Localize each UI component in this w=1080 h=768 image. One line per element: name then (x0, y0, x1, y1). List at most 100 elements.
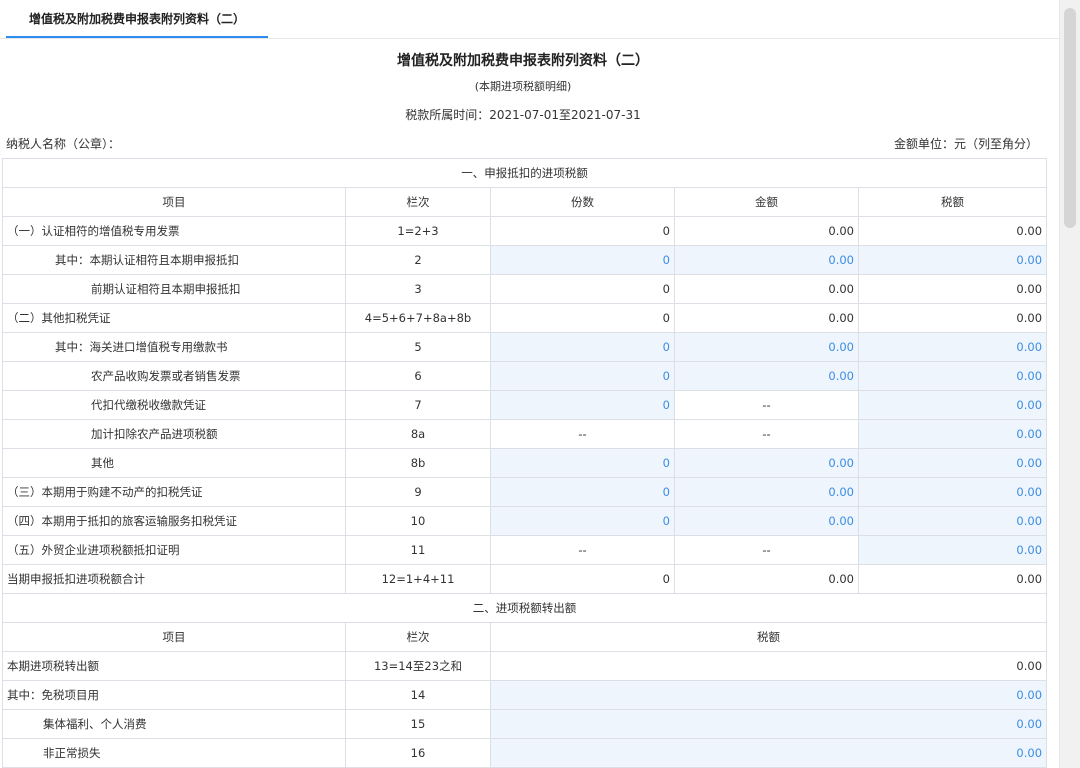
cell-tax[interactable]: 0.00 (857, 506, 1048, 536)
row-column-no: 13=14至23之和 (345, 651, 491, 681)
header-column-no: 栏次 (345, 187, 491, 217)
cell-amount[interactable]: 0.00 (674, 245, 859, 275)
table-row: 当期申报抵扣进项税额合计 12=1+4+11 0 0.00 0.00 (2, 564, 1048, 594)
cell-amount[interactable]: 0.00 (674, 332, 859, 362)
row-item-label: （二）其他扣税凭证 (2, 303, 346, 333)
section2-title: 二、进项税额转出额 (1, 593, 1048, 623)
row-column-no: 15 (345, 709, 491, 739)
cell-amount: 0.00 (674, 303, 859, 333)
cell-amount[interactable]: 0.00 (674, 448, 859, 478)
cell-count[interactable]: 0 (490, 477, 675, 507)
row-column-no: 8a (345, 419, 491, 449)
row-column-no: 11 (345, 535, 491, 565)
row-item-label: （一）认证相符的增值税专用发票 (2, 216, 346, 246)
header-item: 项目 (2, 622, 346, 652)
row-column-no: 14 (345, 680, 491, 710)
cell-tax[interactable]: 0.00 (489, 709, 1048, 739)
row-item-label: （四）本期用于抵扣的旅客运输服务扣税凭证 (2, 506, 346, 536)
tab-bar: 增值税及附加税费申报表附列资料（二） (0, 0, 1060, 39)
row-column-no: 3 (345, 274, 491, 304)
cell-amount: 0.00 (674, 216, 859, 246)
cell-amount[interactable]: 0.00 (674, 506, 859, 536)
table-row: 其中：海关进口增值税专用缴款书 5 0 0.00 0.00 (2, 332, 1048, 362)
cell-count[interactable]: 0 (490, 361, 675, 391)
row-column-no: 1=2+3 (345, 216, 491, 246)
cell-count[interactable]: 0 (490, 245, 675, 275)
table-row: 本期进项税转出额 13=14至23之和 0.00 (2, 651, 1048, 681)
table-row: （四）本期用于抵扣的旅客运输服务扣税凭证 10 0 0.00 0.00 (2, 506, 1048, 536)
table-row: 非正常损失 16 0.00 (2, 738, 1048, 768)
header-count: 份数 (490, 187, 675, 217)
cell-tax[interactable]: 0.00 (857, 245, 1048, 275)
cell-amount: 0.00 (674, 274, 859, 304)
table-row: （五）外贸企业进项税额抵扣证明 11 -- -- 0.00 (2, 535, 1048, 565)
cell-amount: -- (674, 419, 859, 449)
cell-tax[interactable]: 0.00 (489, 680, 1048, 710)
cell-count[interactable]: 0 (490, 332, 675, 362)
cell-amount: -- (674, 535, 859, 565)
tax-period: 税款所属时间：2021-07-01至2021-07-31 (405, 108, 641, 122)
cell-tax[interactable]: 0.00 (857, 419, 1048, 449)
cell-count[interactable]: 0 (490, 448, 675, 478)
input-tax-table: 一、申报抵扣的进项税额 项目 栏次 份数 金额 税额 （一）认证相符的增值税专用发票 1=2+… (1, 158, 1048, 768)
table-row: （一）认证相符的增值税专用发票 1=2+3 0 0.00 0.00 (2, 216, 1048, 246)
header-tax: 税额 (857, 187, 1048, 217)
cell-tax[interactable]: 0.00 (857, 477, 1048, 507)
row-column-no: 7 (345, 390, 491, 420)
row-item-label: 农产品收购发票或者销售发票 (2, 361, 346, 391)
cell-tax[interactable]: 0.00 (857, 361, 1048, 391)
cell-tax: 0.00 (489, 651, 1048, 681)
cell-tax: 0.00 (857, 303, 1048, 333)
row-column-no: 10 (345, 506, 491, 536)
row-column-no: 2 (345, 245, 491, 275)
tab-vat-schedule-2[interactable]: 增值税及附加税费申报表附列资料（二） (6, 0, 268, 38)
row-item-label: 加计扣除农产品进项税额 (2, 419, 346, 449)
cell-count: 0 (490, 564, 675, 594)
cell-count: 0 (490, 216, 675, 246)
cell-tax[interactable]: 0.00 (857, 448, 1048, 478)
header-amount: 金额 (674, 187, 859, 217)
page-title: 增值税及附加税费申报表附列资料（二） (397, 53, 649, 69)
cell-count[interactable]: 0 (490, 390, 675, 420)
row-item-label: 集体福利、个人消费 (2, 709, 346, 739)
row-column-no: 8b (345, 448, 491, 478)
table-row: 代扣代缴税收缴款凭证 7 0 -- 0.00 (2, 390, 1048, 420)
cell-tax[interactable]: 0.00 (857, 332, 1048, 362)
table-row: 加计扣除农产品进项税额 8a -- -- 0.00 (2, 419, 1048, 449)
vertical-scrollbar[interactable] (1059, 0, 1080, 768)
page-subtitle: (本期进项税额明细) (474, 80, 572, 93)
table-row: 集体福利、个人消费 15 0.00 (2, 709, 1048, 739)
row-item-label: 其中：免税项目用 (2, 680, 346, 710)
scrollbar-thumb[interactable] (1064, 8, 1076, 228)
row-column-no: 9 (345, 477, 491, 507)
cell-tax[interactable]: 0.00 (857, 535, 1048, 565)
table-row: 其他 8b 0 0.00 0.00 (2, 448, 1048, 478)
cell-amount[interactable]: 0.00 (674, 361, 859, 391)
row-item-label: 当期申报抵扣进项税额合计 (2, 564, 346, 594)
cell-tax[interactable]: 0.00 (857, 390, 1048, 420)
cell-tax: 0.00 (857, 274, 1048, 304)
cell-count: 0 (490, 274, 675, 304)
row-column-no: 5 (345, 332, 491, 362)
header-item: 项目 (2, 187, 346, 217)
row-item-label: 前期认证相符且本期申报抵扣 (2, 274, 346, 304)
table-row: （三）本期用于购建不动产的扣税凭证 9 0 0.00 0.00 (2, 477, 1048, 507)
table-row: （二）其他扣税凭证 4=5+6+7+8a+8b 0 0.00 0.00 (2, 303, 1048, 333)
cell-count: -- (490, 535, 675, 565)
cell-count[interactable]: 0 (490, 506, 675, 536)
row-column-no: 12=1+4+11 (345, 564, 491, 594)
section-header-row: 二、进项税额转出额 (1, 593, 1048, 623)
table-row: 前期认证相符且本期申报抵扣 3 0 0.00 0.00 (2, 274, 1048, 304)
cell-tax[interactable]: 0.00 (489, 738, 1048, 768)
cell-tax: 0.00 (857, 216, 1048, 246)
cell-amount: -- (674, 390, 859, 420)
cell-amount[interactable]: 0.00 (674, 477, 859, 507)
header-tax: 税额 (489, 622, 1048, 652)
row-column-no: 16 (345, 738, 491, 768)
row-item-label: 其他 (2, 448, 346, 478)
column-header-row: 项目 栏次 税额 (2, 622, 1048, 652)
table-row: 其中：免税项目用 14 0.00 (2, 680, 1048, 710)
table-row: 其中：本期认证相符且本期申报抵扣 2 0 0.00 0.00 (2, 245, 1048, 275)
table-row: 农产品收购发票或者销售发票 6 0 0.00 0.00 (2, 361, 1048, 391)
row-item-label: 代扣代缴税收缴款凭证 (2, 390, 346, 420)
